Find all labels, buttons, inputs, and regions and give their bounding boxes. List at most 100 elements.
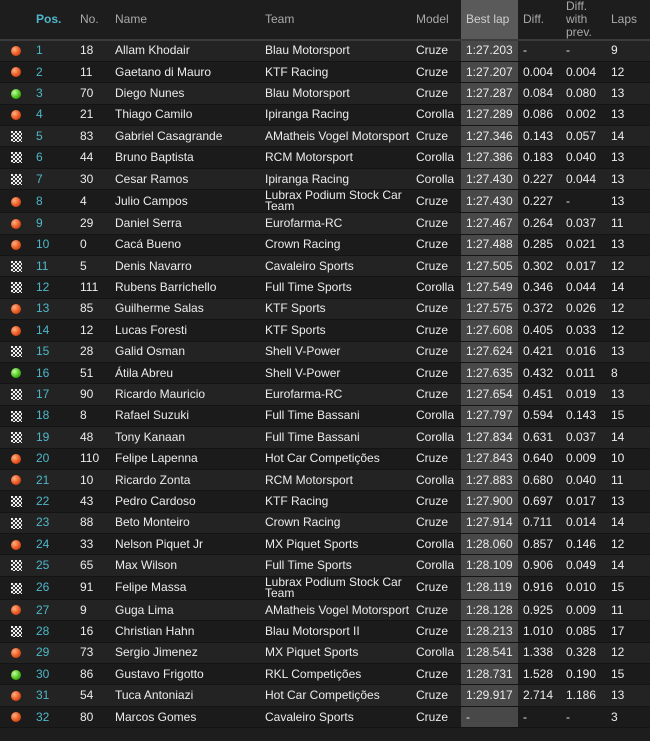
number-header[interactable]: No. bbox=[75, 0, 110, 41]
table-row[interactable]: 18 8 Rafael Suzuki Full Time Bassani Corolla… bbox=[0, 405, 650, 428]
laps-cell: 11 bbox=[606, 599, 650, 622]
laps-cell: 15 bbox=[606, 405, 650, 428]
team-cell: Lubrax Podium Stock Car Team bbox=[260, 189, 411, 214]
table-row[interactable]: 1 18 Allam Khodair Blau Motorsport Cruze 1:27… bbox=[0, 40, 650, 62]
team-cell: Cavaleiro Sports bbox=[260, 255, 411, 278]
green-dot-icon bbox=[11, 88, 21, 99]
diff-prev-cell: 0.026 bbox=[561, 298, 606, 321]
name-cell: Cacá Bueno bbox=[110, 234, 260, 257]
pos-cell: 11 bbox=[31, 255, 75, 278]
number-cell: 0 bbox=[75, 234, 110, 257]
model-header[interactable]: Model bbox=[411, 0, 461, 41]
number-cell: 10 bbox=[75, 469, 110, 492]
table-row[interactable]: 26 91 Felipe Massa Lubrax Podium Stock Car … bbox=[0, 576, 650, 600]
diff-cell: 0.227 bbox=[518, 168, 561, 191]
team-cell: Shell V-Power bbox=[260, 341, 411, 363]
best-lap-cell: 1:27.203 bbox=[461, 40, 518, 62]
table-row[interactable]: 30 86 Gustavo Frigotto RKL Competições Cruze… bbox=[0, 663, 650, 686]
number-cell: 88 bbox=[75, 512, 110, 535]
orange-dot-icon bbox=[11, 218, 21, 229]
pos-header[interactable]: Pos. bbox=[31, 0, 75, 41]
diff-prev-header[interactable]: Diff. with prev. bbox=[561, 0, 606, 41]
orange-dot-icon bbox=[11, 539, 21, 550]
model-cell: Cruze bbox=[411, 189, 461, 214]
table-row[interactable]: 14 12 Lucas Foresti KTF Sports Cruze 1:27.608… bbox=[0, 319, 650, 342]
diff-cell: 0.594 bbox=[518, 405, 561, 428]
table-row[interactable]: 19 48 Tony Kanaan Full Time Bassani Corolla 1… bbox=[0, 426, 650, 449]
laps-header[interactable]: Laps bbox=[606, 0, 650, 41]
table-row[interactable]: 25 65 Max Wilson Full Time Sports Corolla 1:2… bbox=[0, 554, 650, 577]
table-row[interactable]: 15 28 Galid Osman Shell V-Power Cruze 1:27.62… bbox=[0, 341, 650, 363]
diff-header[interactable]: Diff. bbox=[518, 0, 561, 41]
model-cell: Corolla bbox=[411, 642, 461, 665]
team-cell: Blau Motorsport bbox=[260, 82, 411, 105]
laps-cell: 15 bbox=[606, 576, 650, 600]
name-cell: Marcos Gomes bbox=[110, 706, 260, 729]
model-cell: Cruze bbox=[411, 599, 461, 622]
status-cell bbox=[0, 706, 31, 729]
laps-cell: 13 bbox=[606, 383, 650, 406]
laps-cell: 14 bbox=[606, 125, 650, 148]
table-row[interactable]: 10 0 Cacá Bueno Crown Racing Cruze 1:27.488 0.… bbox=[0, 234, 650, 257]
table-row[interactable]: 21 10 Ricardo Zonta RCM Motorsport Corolla 1:… bbox=[0, 469, 650, 492]
table-row[interactable]: 11 5 Denis Navarro Cavaleiro Sports Cruze 1:2… bbox=[0, 255, 650, 278]
team-cell: KTF Sports bbox=[260, 319, 411, 342]
name-header[interactable]: Name bbox=[110, 0, 260, 41]
team-cell: AMatheis Vogel Motorsport bbox=[260, 125, 411, 148]
number-cell: 85 bbox=[75, 298, 110, 321]
diff-cell: 0.264 bbox=[518, 212, 561, 235]
team-cell: Hot Car Competições bbox=[260, 448, 411, 470]
table-row[interactable]: 17 90 Ricardo Mauricio Eurofarma-RC Cruze 1:2… bbox=[0, 383, 650, 406]
name-cell: Thiago Camilo bbox=[110, 104, 260, 127]
diff-cell: 0.086 bbox=[518, 104, 561, 127]
table-row[interactable]: 29 73 Sergio Jimenez MX Piquet Sports Coroll… bbox=[0, 642, 650, 665]
best-lap-cell: 1:28.213 bbox=[461, 620, 518, 643]
table-row[interactable]: 5 83 Gabriel Casagrande AMatheis Vogel Moto… bbox=[0, 125, 650, 148]
best-lap-cell: 1:28.119 bbox=[461, 576, 518, 600]
name-cell: Ricardo Zonta bbox=[110, 469, 260, 492]
table-row[interactable]: 7 30 Cesar Ramos Ipiranga Racing Corolla 1:27… bbox=[0, 168, 650, 191]
team-cell: Full Time Sports bbox=[260, 276, 411, 299]
laps-cell: 15 bbox=[606, 663, 650, 686]
table-row[interactable]: 2 11 Gaetano di Mauro KTF Racing Cruze 1:27.2… bbox=[0, 61, 650, 84]
table-row[interactable]: 13 85 Guilherme Salas KTF Sports Cruze 1:27.5… bbox=[0, 298, 650, 321]
best-lap-header[interactable]: Best lap bbox=[461, 0, 518, 41]
table-row[interactable]: 28 16 Christian Hahn Blau Motorsport II Cruz… bbox=[0, 620, 650, 643]
table-row[interactable]: 8 4 Julio Campos Lubrax Podium Stock Car Te… bbox=[0, 189, 650, 214]
table-row[interactable]: 24 33 Nelson Piquet Jr MX Piquet Sports Coro… bbox=[0, 533, 650, 556]
team-header[interactable]: Team bbox=[260, 0, 411, 41]
pos-cell: 2 bbox=[31, 61, 75, 84]
best-lap-cell: 1:27.914 bbox=[461, 512, 518, 535]
checkered-flag-icon bbox=[11, 346, 22, 358]
team-cell: Shell V-Power bbox=[260, 362, 411, 385]
table-row[interactable]: 27 9 Guga Lima AMatheis Vogel Motorsport Cru… bbox=[0, 599, 650, 622]
model-cell: Cruze bbox=[411, 234, 461, 257]
table-row[interactable]: 22 43 Pedro Cardoso KTF Racing Cruze 1:27.900… bbox=[0, 490, 650, 513]
best-lap-cell: 1:28.109 bbox=[461, 554, 518, 577]
diff-prev-cell: 0.044 bbox=[561, 276, 606, 299]
table-row[interactable]: 12 111 Rubens Barrichello Full Time Sports C… bbox=[0, 276, 650, 299]
table-row[interactable]: 23 88 Beto Monteiro Crown Racing Cruze 1:27.9… bbox=[0, 512, 650, 535]
table-row[interactable]: 16 51 Átila Abreu Shell V-Power Cruze 1:27.63… bbox=[0, 362, 650, 385]
table-row[interactable]: 3 70 Diego Nunes Blau Motorsport Cruze 1:27.2… bbox=[0, 82, 650, 105]
checkered-flag-icon bbox=[11, 173, 22, 185]
table-row[interactable]: 6 44 Bruno Baptista RCM Motorsport Corolla 1:… bbox=[0, 146, 650, 169]
table-row[interactable]: 32 80 Marcos Gomes Cavaleiro Sports Cruze - - -… bbox=[0, 706, 650, 729]
table-row[interactable]: 4 21 Thiago Camilo Ipiranga Racing Corolla 1:… bbox=[0, 104, 650, 127]
laps-cell: 11 bbox=[606, 212, 650, 235]
table-row[interactable]: 31 54 Tuca Antoniazi Hot Car Competições Cru… bbox=[0, 684, 650, 707]
orange-dot-icon bbox=[11, 46, 21, 57]
status-cell bbox=[0, 362, 31, 385]
best-lap-cell: 1:27.505 bbox=[461, 255, 518, 278]
team-cell: Eurofarma-RC bbox=[260, 383, 411, 406]
diff-prev-cell: 0.057 bbox=[561, 125, 606, 148]
diff-cell: 1.528 bbox=[518, 663, 561, 686]
diff-prev-cell: 0.146 bbox=[561, 533, 606, 556]
diff-prev-cell: - bbox=[561, 40, 606, 62]
table-row[interactable]: 20 110 Felipe Lapenna Hot Car Competições Cr… bbox=[0, 448, 650, 470]
model-cell: Corolla bbox=[411, 146, 461, 169]
team-cell: Eurofarma-RC bbox=[260, 212, 411, 235]
table-row[interactable]: 9 29 Daniel Serra Eurofarma-RC Cruze 1:27.467… bbox=[0, 212, 650, 235]
status-cell bbox=[0, 490, 31, 513]
checkered-flag-icon bbox=[11, 410, 22, 422]
